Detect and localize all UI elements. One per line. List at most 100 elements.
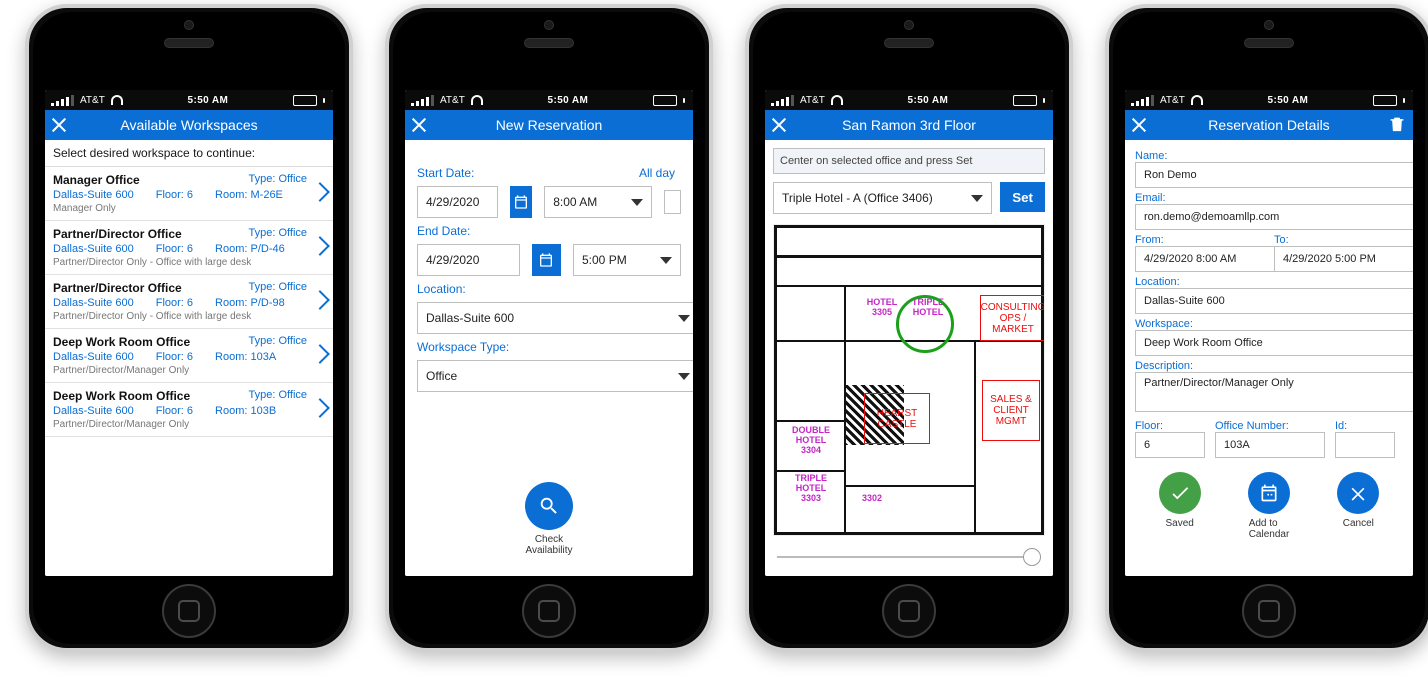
workspace-item[interactable]: Deep Work Room Office Type: Office Dalla… bbox=[45, 383, 333, 437]
clock: 5:50 AM bbox=[1268, 95, 1309, 106]
caret-down-icon bbox=[660, 257, 672, 264]
from-input[interactable]: 4/29/2020 8:00 AM bbox=[1135, 246, 1282, 272]
signal-bars-icon bbox=[771, 95, 794, 106]
office-select[interactable]: Triple Hotel - A (Office 3406) bbox=[773, 182, 992, 214]
app-header: Reservation Details bbox=[1125, 110, 1413, 140]
saved-label: Saved bbox=[1165, 518, 1193, 529]
from-label: From: bbox=[1135, 234, 1264, 246]
room-consulting: CONSULTING OPS / MARKET bbox=[980, 295, 1045, 341]
id-label: Id: bbox=[1335, 420, 1395, 432]
status-bar: AT&T 5:50 AM bbox=[405, 90, 693, 110]
signal-bars-icon bbox=[51, 95, 74, 106]
saved-button[interactable] bbox=[1159, 472, 1201, 514]
room-hearst: HEARST CASTLE bbox=[864, 393, 930, 444]
office-input[interactable]: 103A bbox=[1215, 432, 1325, 458]
hotel-triple: TRIPLE HOTEL 3303 bbox=[784, 473, 838, 503]
page-title: Reservation Details bbox=[1157, 117, 1381, 133]
end-time-select[interactable]: 5:00 PM bbox=[573, 244, 681, 276]
close-icon[interactable] bbox=[765, 111, 793, 139]
addcal-label: Add to Calendar bbox=[1249, 518, 1290, 540]
all-day-checkbox[interactable] bbox=[664, 190, 681, 214]
floor-plan[interactable]: CONSULTING OPS / MARKET SALES & CLIENT M… bbox=[773, 224, 1045, 536]
floor-label: Floor: bbox=[1135, 420, 1205, 432]
workspace-desc: Partner/Director Only - Office with larg… bbox=[53, 311, 325, 322]
trash-icon[interactable] bbox=[1385, 112, 1409, 136]
workspace-type: Office bbox=[278, 281, 307, 293]
room-sales: SALES & CLIENT MGMT bbox=[982, 380, 1040, 441]
workspace-site: Dallas-Suite 600 bbox=[53, 243, 134, 255]
wifi-icon bbox=[831, 95, 843, 105]
workspace-item[interactable]: Deep Work Room Office Type: Office Dalla… bbox=[45, 329, 333, 383]
status-bar: AT&T 5:50 AM bbox=[45, 90, 333, 110]
selection-ring-icon bbox=[896, 295, 954, 353]
zoom-slider[interactable] bbox=[777, 548, 1041, 566]
app-header: San Ramon 3rd Floor bbox=[765, 110, 1053, 140]
start-time-select[interactable]: 8:00 AM bbox=[544, 186, 652, 218]
clock: 5:50 AM bbox=[188, 95, 229, 106]
floor-input[interactable]: 6 bbox=[1135, 432, 1205, 458]
check-availability-label: Check Availability bbox=[525, 534, 572, 556]
end-date-input[interactable]: 4/29/2020 bbox=[417, 244, 520, 276]
cancel-label: Cancel bbox=[1343, 518, 1374, 529]
wstype-select[interactable]: Office bbox=[417, 360, 693, 392]
end-date-picker-icon[interactable] bbox=[532, 244, 561, 276]
hotel-double: DOUBLE HOTEL 3304 bbox=[784, 425, 838, 455]
ws-input[interactable]: Deep Work Room Office bbox=[1135, 330, 1413, 356]
location-label: Location: bbox=[417, 282, 681, 296]
workspace-type: Office bbox=[278, 335, 307, 347]
carrier: AT&T bbox=[440, 95, 465, 106]
carrier: AT&T bbox=[1160, 95, 1185, 106]
workspace-item[interactable]: Partner/Director Office Type: Office Dal… bbox=[45, 221, 333, 275]
location-select[interactable]: Dallas-Suite 600 bbox=[417, 302, 693, 334]
loc-label: Location: bbox=[1135, 276, 1403, 288]
workspace-desc: Manager Only bbox=[53, 203, 325, 214]
close-icon[interactable] bbox=[45, 111, 73, 139]
wifi-icon bbox=[471, 95, 483, 105]
battery-icon bbox=[1043, 98, 1045, 103]
signal-bars-icon bbox=[411, 95, 434, 106]
list-subtitle: Select desired workspace to continue: bbox=[45, 140, 333, 167]
clock: 5:50 AM bbox=[908, 95, 949, 106]
workspace-desc: Partner/Director Only - Office with larg… bbox=[53, 257, 325, 268]
start-date-picker-icon[interactable] bbox=[510, 186, 532, 218]
hint-text: Center on selected office and press Set bbox=[773, 148, 1045, 174]
carrier: AT&T bbox=[800, 95, 825, 106]
wifi-icon bbox=[1191, 95, 1203, 105]
type-label: Type: bbox=[249, 281, 276, 293]
set-button[interactable]: Set bbox=[1000, 182, 1045, 212]
workspace-item[interactable]: Manager Office Type: Office Dallas-Suite… bbox=[45, 167, 333, 221]
workspace-desc: Partner/Director/Manager Only bbox=[53, 419, 325, 430]
page-title: Available Workspaces bbox=[77, 117, 301, 133]
caret-down-icon bbox=[678, 373, 690, 380]
wstype-label: Workspace Type: bbox=[417, 340, 681, 354]
start-date-input[interactable]: 4/29/2020 bbox=[417, 186, 498, 218]
all-day-label: All day bbox=[639, 166, 675, 180]
check-availability-button[interactable] bbox=[525, 482, 573, 530]
loc-input[interactable]: Dallas-Suite 600 bbox=[1135, 288, 1413, 314]
workspace-item[interactable]: Partner/Director Office Type: Office Dal… bbox=[45, 275, 333, 329]
status-bar: AT&T 5:50 AM bbox=[765, 90, 1053, 110]
email-input[interactable]: ron.demo@demoamllp.com bbox=[1135, 204, 1413, 230]
close-icon[interactable] bbox=[1125, 111, 1153, 139]
add-to-calendar-button[interactable] bbox=[1248, 472, 1290, 514]
type-label: Type: bbox=[249, 173, 276, 185]
to-label: To: bbox=[1274, 234, 1403, 246]
caret-down-icon bbox=[631, 199, 643, 206]
app-header: New Reservation bbox=[405, 110, 693, 140]
type-label: Type: bbox=[249, 335, 276, 347]
status-bar: AT&T 5:50 AM bbox=[1125, 90, 1413, 110]
desc-input[interactable]: Partner/Director/Manager Only bbox=[1135, 372, 1413, 412]
workspace-type: Office bbox=[278, 227, 307, 239]
office-label: Office Number: bbox=[1215, 420, 1325, 432]
id-input[interactable] bbox=[1335, 432, 1395, 458]
wifi-icon bbox=[111, 95, 123, 105]
close-icon[interactable] bbox=[405, 111, 433, 139]
app-header: Available Workspaces bbox=[45, 110, 333, 140]
page-title: San Ramon 3rd Floor bbox=[797, 117, 1021, 133]
workspace-site: Dallas-Suite 600 bbox=[53, 351, 134, 363]
to-input[interactable]: 4/29/2020 5:00 PM bbox=[1274, 246, 1413, 272]
cancel-button[interactable] bbox=[1337, 472, 1379, 514]
desc-label: Description: bbox=[1135, 360, 1403, 372]
name-input[interactable]: Ron Demo bbox=[1135, 162, 1413, 188]
caret-down-icon bbox=[678, 315, 690, 322]
